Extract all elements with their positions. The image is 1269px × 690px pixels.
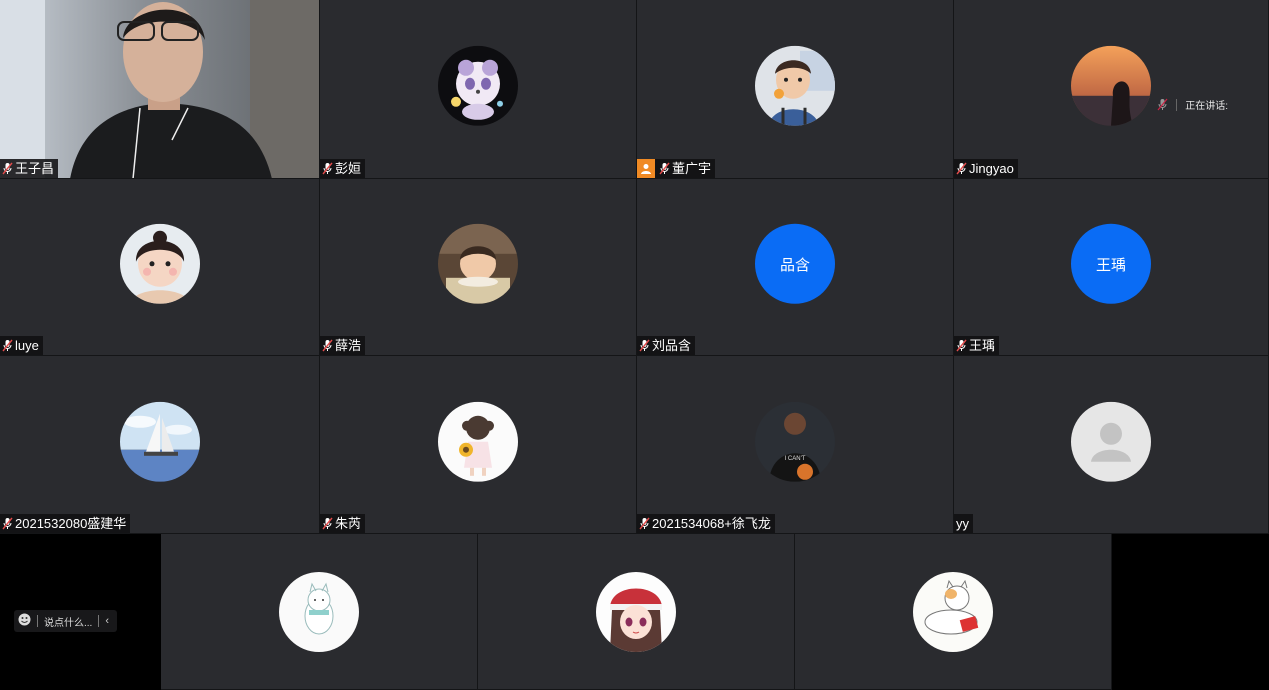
participant-name: 薛浩: [335, 338, 362, 353]
participant-name: 朱芮: [335, 516, 362, 531]
participant-tile-dongguangyu[interactable]: 董广宇: [637, 0, 954, 179]
chevron-left-icon[interactable]: ‹: [105, 615, 109, 627]
microphone-muted-icon: [2, 162, 13, 175]
divider: [98, 615, 100, 627]
sailboat-avatar: [119, 401, 200, 482]
microphone-muted-icon: [322, 339, 333, 352]
participant-name: 刘品含: [652, 338, 692, 353]
participant-name-label: 王瑀: [954, 336, 1000, 355]
speaking-label: 正在讲话:: [1185, 101, 1228, 112]
default-person-avatar: [1071, 401, 1151, 482]
microphone-muted-icon: [1157, 98, 1168, 111]
participant-video: [0, 0, 319, 178]
participant-name: Jingyao: [969, 161, 1014, 176]
text-avatar: 品含: [755, 223, 835, 304]
participant-name-label: 朱芮: [320, 514, 366, 533]
chat-placeholder[interactable]: 说点什么...: [44, 614, 92, 629]
svg-text:I CAN'T: I CAN'T: [785, 455, 806, 461]
participant-tile-wangyu[interactable]: 王瑀 王瑀: [954, 179, 1269, 356]
participant-name: 彭姮: [335, 161, 362, 176]
divider: [1176, 98, 1178, 111]
microphone-muted-icon: [956, 162, 967, 175]
panda-avatar: [438, 45, 518, 126]
participant-name: 王瑀: [969, 338, 996, 353]
participant-tile-shengjianhua[interactable]: 2021532080盛建华: [0, 356, 320, 534]
participant-name-label: yy: [954, 514, 973, 533]
participant-tile-luye[interactable]: luye: [0, 179, 320, 356]
microphone-muted-icon: [956, 339, 967, 352]
speaking-indicator: 正在讲话:: [1157, 97, 1228, 112]
participant-tile-xufeilong[interactable]: I CAN'T 2021534068+徐飞龙: [637, 356, 954, 534]
white-cat-avatar: [279, 571, 359, 652]
toddler-avatar: [755, 45, 835, 126]
sunset-avatar: [1071, 45, 1151, 126]
host-person-icon: [637, 159, 655, 178]
participant-name-label: 2021534068+徐飞龙: [637, 514, 775, 533]
participant-tile-anime-girl[interactable]: [478, 534, 795, 690]
participant-tile-zhurui[interactable]: 朱芮: [320, 356, 637, 534]
microphone-muted-icon: [639, 339, 650, 352]
microphone-muted-icon: [322, 517, 333, 530]
participant-name: 2021534068+徐飞龙: [652, 516, 771, 531]
microphone-muted-icon: [2, 339, 13, 352]
participant-tile-white-cat[interactable]: [161, 534, 478, 690]
participant-name-label: 刘品含: [637, 336, 696, 355]
girl-sunflower-avatar: [438, 401, 518, 482]
participant-name-label: 薛浩: [320, 336, 366, 355]
divider: [37, 615, 38, 627]
participant-tile-penghuan[interactable]: 彭姮: [320, 0, 637, 179]
smiley-icon[interactable]: [18, 613, 31, 629]
text-avatar: 王瑀: [1071, 223, 1151, 304]
microphone-muted-icon: [659, 162, 670, 175]
cat-drawing-avatar: [913, 571, 993, 652]
participant-tile-cat-drawing[interactable]: [795, 534, 1112, 690]
participant-tile-liupinhan[interactable]: 品含 刘品含: [637, 179, 954, 356]
participant-name-label: Jingyao: [954, 159, 1018, 178]
participant-name-label: 王子昌: [0, 159, 59, 178]
participant-name-label: 彭姮: [320, 159, 366, 178]
child-reading-avatar: [438, 223, 518, 304]
participant-name: 2021532080盛建华: [15, 516, 127, 531]
participant-tile-xuehao[interactable]: 薛浩: [320, 179, 637, 356]
microphone-muted-icon: [2, 517, 13, 530]
participant-tile-wangzichang[interactable]: 王子昌: [0, 0, 320, 179]
participant-name: luye: [15, 338, 39, 353]
microphone-muted-icon: [639, 517, 650, 530]
participant-name: 董广宇: [672, 161, 712, 176]
participant-name: 王子昌: [15, 161, 55, 176]
participant-tile-yy[interactable]: yy: [954, 356, 1269, 534]
participant-name-label: 2021532080盛建华: [0, 514, 131, 533]
participant-tile-jingyao[interactable]: 正在讲话: Jingyao: [954, 0, 1269, 179]
microphone-muted-icon: [322, 162, 333, 175]
participant-name: yy: [956, 516, 969, 531]
participant-name-label: 董广宇: [637, 159, 716, 178]
chat-input-bar[interactable]: 说点什么... ‹: [14, 610, 118, 632]
basketball-player-avatar: I CAN'T: [755, 401, 835, 482]
anime-girl-avatar: [596, 571, 676, 652]
participant-name-label: luye: [0, 336, 43, 355]
little-girl-avatar: [119, 223, 200, 304]
